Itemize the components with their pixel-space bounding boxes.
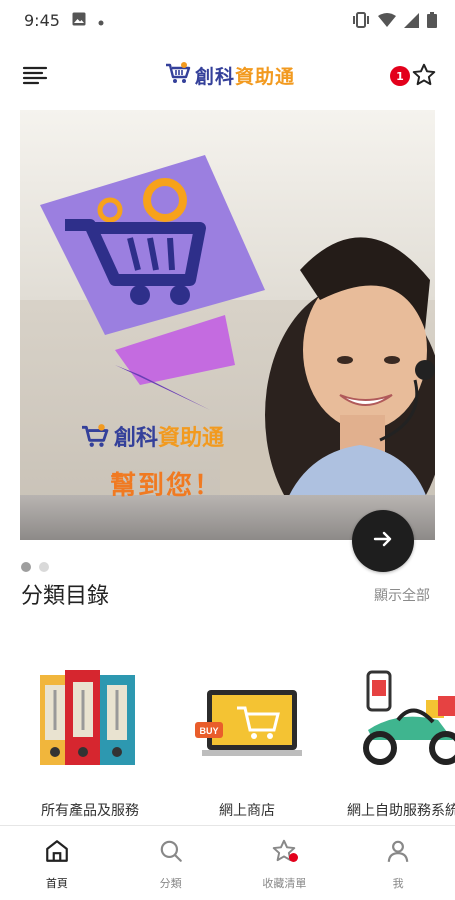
nav-label-me: 我 [392,877,404,890]
banner-cart-icon [80,423,110,455]
show-all-link[interactable]: 顯示全部 [374,585,430,605]
category-label: 網上自助服務系統 [347,803,455,819]
star-icon[interactable] [411,62,437,88]
bottom-nav: 首頁 分類 收藏清單 我 [0,825,455,900]
nav-home[interactable]: 首頁 [0,826,114,900]
promo-banner[interactable]: 創科資助通 幫到您！ [20,110,435,540]
section-title: 分類目錄 [21,584,110,609]
carousel-dot[interactable] [21,562,31,572]
battery-icon [427,12,437,28]
category-item-online-shop[interactable]: BUY 網上商店 [172,650,322,825]
banner-caption-blue: 創科 [114,426,159,451]
next-slide-button[interactable] [352,510,414,572]
arrow-right-icon [371,527,395,555]
app-logo: 創科資助通 [165,60,295,90]
search-icon [158,838,184,868]
logo-text: 創科資助通 [195,62,295,89]
wifi-icon [378,12,396,28]
svg-text:BUY: BUY [199,726,218,736]
banner-caption-logo: 創科資助通 [80,420,224,455]
category-label: 所有產品及服務 [41,803,139,819]
status-time: 9:45 [24,10,60,30]
category-list: 所有產品及服務 BUY 網上商店 網上自助服務系統 [0,650,455,825]
delivery-motorbike-icon [328,660,455,770]
online-shop-icon: BUY [172,660,322,770]
dot-indicator-icon [98,11,104,30]
binders-icon [15,660,165,770]
banner-graphic [40,155,435,540]
carousel-dots [21,562,49,572]
signal-icon [404,12,419,28]
nav-label-favorites: 收藏清單 [262,877,307,890]
home-icon [44,838,70,868]
vibrate-icon [352,12,370,28]
banner-caption-orange: 資助通 [158,426,225,451]
person-icon [385,838,411,868]
app-bar: 創科資助通 1 [0,52,455,98]
logo-text-orange: 資助通 [235,65,296,88]
nav-me[interactable]: 我 [341,826,455,900]
nav-label-category: 分類 [159,877,182,890]
category-item-all-products[interactable]: 所有產品及服務 [15,650,165,825]
category-item-self-service[interactable]: 網上自助服務系統 [328,650,455,825]
category-label: 網上商店 [219,803,275,819]
status-bar: 9:45 [0,0,455,40]
notification-badge[interactable]: 1 [390,66,410,86]
menu-icon[interactable] [22,62,48,88]
cart-logo-icon [165,61,191,89]
nav-category[interactable]: 分類 [114,826,228,900]
nav-label-home: 首頁 [45,877,68,890]
logo-text-blue: 創科 [195,65,236,88]
banner-slogan: 幫到您！ [110,471,223,501]
gallery-icon [72,11,86,30]
nav-favorites[interactable]: 收藏清單 [228,826,342,900]
carousel-dot[interactable] [39,562,49,572]
